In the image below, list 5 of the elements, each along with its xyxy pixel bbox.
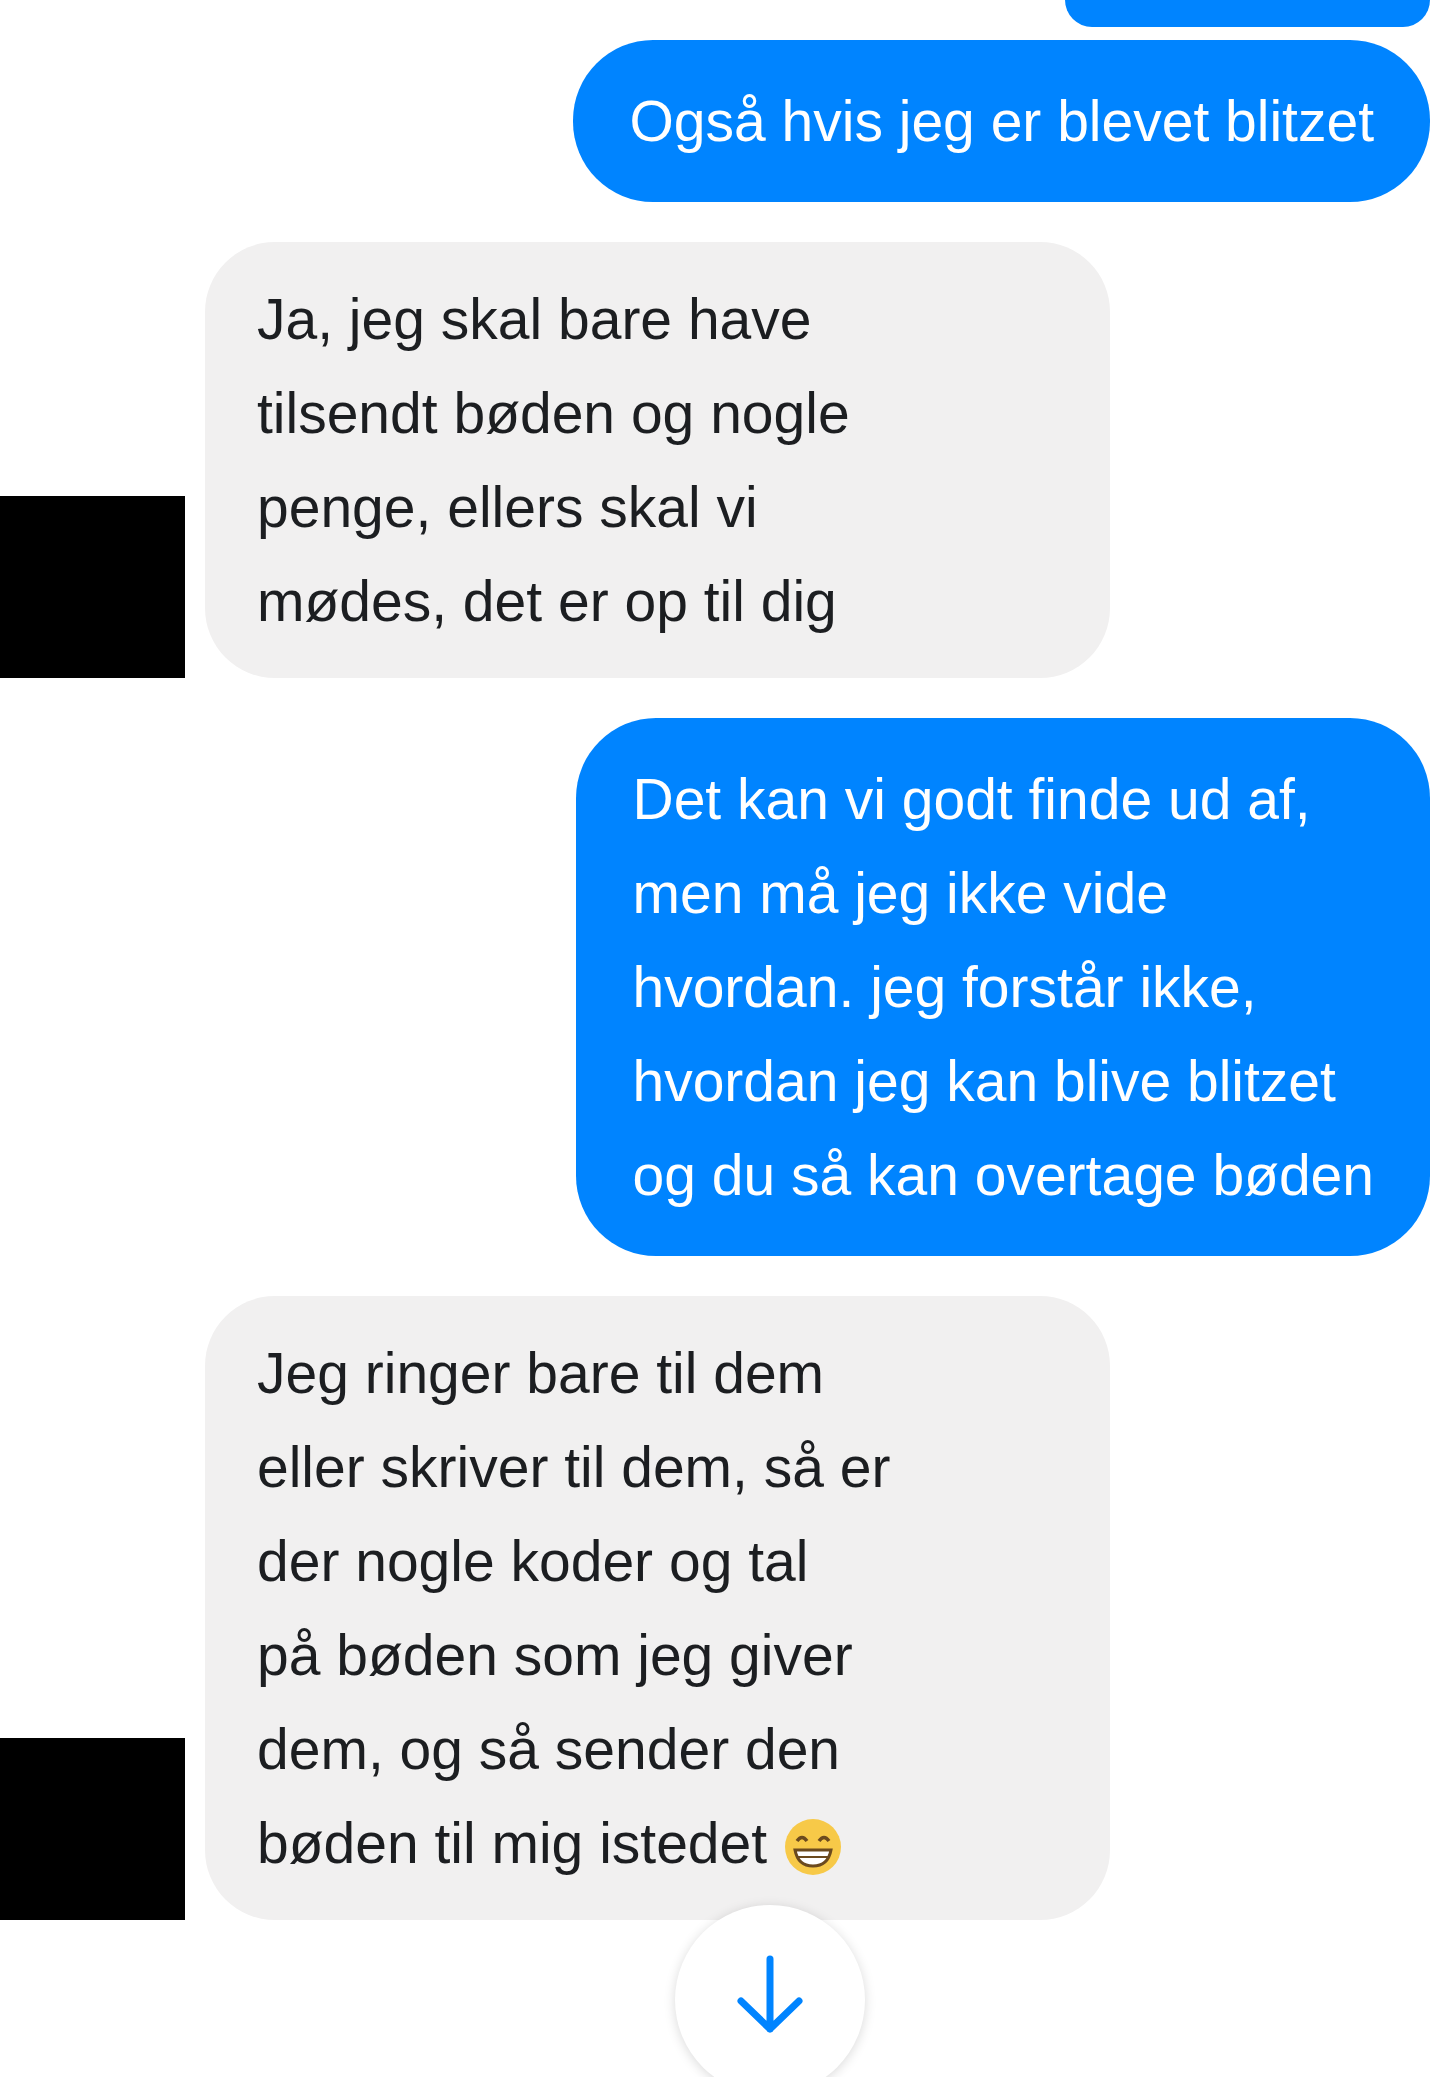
received-message: Jeg ringer bare til dem eller skriver til dem, så er der nogle koder og tal på bøden som jeg giver dem, og så sender den bøden til mig istedet (205, 1296, 1110, 1920)
sent-message: Også hvis jeg er blevet blitzet (573, 40, 1430, 202)
sent-message: Det kan vi godt finde ud af, men må jeg ikke vide hvordan. jeg forstår ikke, hvordan jeg kan blive blitzet og du så kan overtage bøden (576, 718, 1430, 1256)
arrow-down-icon (735, 1955, 805, 2035)
received-message: Ja, jeg skal bare have tilsendt bøden og nogle penge, ellers skal vi mødes, det er op til dig (205, 242, 1110, 678)
